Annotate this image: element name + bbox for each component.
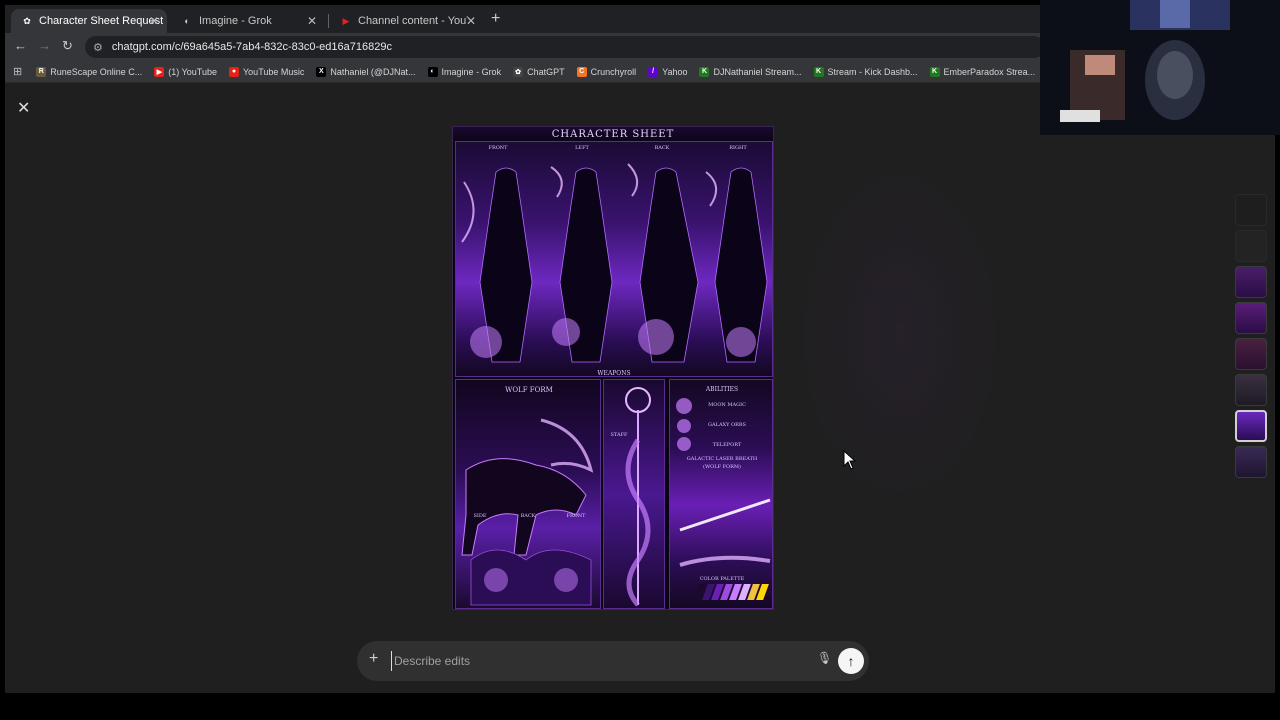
wolf-view-label: FRONT bbox=[566, 513, 586, 519]
bookmark-label: RuneScape Online C... bbox=[50, 66, 143, 77]
staff-illustration bbox=[625, 387, 651, 607]
site-settings-icon[interactable]: ⚙ bbox=[93, 41, 103, 54]
kick-icon: K bbox=[813, 66, 824, 77]
bookmark-label: Yahoo bbox=[662, 66, 688, 77]
tab-character-sheet[interactable]: ✿ Character Sheet Request ✕ bbox=[11, 9, 167, 33]
chatgpt-icon: ✿ bbox=[513, 66, 524, 77]
bookmark-item[interactable]: / Yahoo bbox=[648, 66, 688, 77]
color-palette bbox=[693, 584, 769, 600]
bookmark-item[interactable]: ▶ (1) YouTube bbox=[154, 66, 217, 77]
close-icon[interactable]: ✕ bbox=[149, 14, 159, 28]
bookmark-label: DJNathaniel Stream... bbox=[713, 66, 802, 77]
chatgpt-icon: ✿ bbox=[23, 15, 31, 26]
youtube-icon: ▶ bbox=[154, 66, 165, 77]
address-bar[interactable]: ⚙ chatgpt.com/c/69a645a5-7ab4-832c-83c0-… bbox=[85, 36, 1045, 58]
character-sheet-image: CHARACTER SHEET FRONT LEFT BACK RIGHT WE… bbox=[452, 126, 774, 610]
tab-divider bbox=[328, 14, 329, 28]
bookmark-item[interactable]: ◐ Imagine - Grok bbox=[427, 66, 502, 77]
bookmark-label: YouTube Music bbox=[243, 66, 305, 77]
close-icon[interactable]: ✕ bbox=[466, 14, 476, 28]
tab-youtube-studio[interactable]: ▶ Channel content - YouTube Stu ✕ bbox=[330, 9, 484, 33]
image-thumbnail[interactable] bbox=[1235, 374, 1267, 406]
bookmark-label: (1) YouTube bbox=[168, 66, 217, 77]
wolf-view-label: SIDE bbox=[473, 513, 487, 519]
image-thumbnail[interactable] bbox=[1235, 302, 1267, 334]
background-blur bbox=[785, 144, 1015, 524]
tab-title: Imagine - Grok bbox=[199, 15, 272, 27]
image-thumbnail[interactable] bbox=[1235, 230, 1267, 262]
abilities-panel: ABILITIES MOON MAGIC GALAXY ORBS TELEPOR… bbox=[669, 379, 773, 609]
send-button[interactable]: ↑ bbox=[838, 648, 864, 674]
image-thumbnail[interactable] bbox=[1235, 410, 1267, 442]
url-text: chatgpt.com/c/69a645a5-7ab4-832c-83c0-ed… bbox=[111, 41, 392, 53]
staff-panel: STAFF bbox=[603, 379, 665, 609]
describe-edits-input[interactable] bbox=[391, 651, 811, 671]
bookmark-label: Imagine - Grok bbox=[441, 66, 502, 77]
apps-grid-icon[interactable]: ⊞ bbox=[13, 65, 22, 78]
tab-imagine-grok[interactable]: ◐ Imagine - Grok ✕ bbox=[171, 9, 325, 33]
poster-title: CHARACTER SHEET bbox=[551, 129, 675, 140]
back-arrow-icon[interactable]: ← bbox=[14, 38, 27, 53]
image-thumbnail[interactable] bbox=[1235, 194, 1267, 226]
bookmark-item[interactable]: X Nathaniel (@DJNat... bbox=[316, 66, 416, 77]
edit-composer: + 🎙 ↑ bbox=[357, 641, 869, 681]
microphone-icon[interactable]: 🎙 bbox=[817, 651, 832, 665]
wolf-view-label: BACK bbox=[520, 513, 536, 519]
kick-icon: K bbox=[929, 66, 940, 77]
yahoo-icon: / bbox=[648, 66, 659, 77]
image-thumbnail[interactable] bbox=[1235, 446, 1267, 478]
reload-icon[interactable]: ↻ bbox=[62, 38, 73, 54]
wolf-illustration bbox=[461, 418, 594, 606]
character-figures bbox=[461, 163, 768, 363]
bookmark-label: Crunchyroll bbox=[590, 66, 637, 77]
bookmark-item[interactable]: ● YouTube Music bbox=[229, 66, 305, 77]
bookmark-label: EmberParadox Strea... bbox=[943, 66, 1036, 77]
forward-arrow-icon[interactable]: → bbox=[38, 38, 51, 53]
youtube-music-icon: ● bbox=[229, 66, 239, 77]
turnaround-panel: FRONT LEFT BACK RIGHT bbox=[455, 141, 773, 377]
bookmark-item[interactable]: K Stream - Kick Dashb... bbox=[813, 66, 918, 77]
image-thumbnail[interactable] bbox=[1235, 266, 1267, 298]
tab-title: Character Sheet Request bbox=[39, 15, 164, 27]
bookmark-item[interactable]: K EmberParadox Strea... bbox=[929, 66, 1036, 77]
close-icon[interactable]: ✕ bbox=[17, 98, 30, 118]
bookmark-item[interactable]: R RuneScape Online C... bbox=[36, 66, 143, 77]
grok-icon: ◐ bbox=[184, 16, 190, 26]
image-thumbnail[interactable] bbox=[1235, 338, 1267, 370]
new-tab-icon[interactable]: + bbox=[491, 10, 500, 28]
grok-icon: ◐ bbox=[427, 66, 438, 77]
wolf-form-panel: WOLF FORM SIDE BACK FRONT bbox=[455, 379, 601, 609]
bookmark-item[interactable]: ✿ ChatGPT bbox=[513, 66, 565, 77]
bookmark-label: Stream - Kick Dashb... bbox=[827, 66, 918, 77]
bookmark-label: ChatGPT bbox=[527, 66, 565, 77]
palette-label: COLOR PALETTE bbox=[699, 576, 745, 582]
webcam-overlay bbox=[1040, 0, 1280, 135]
mouse-cursor-icon bbox=[843, 450, 857, 470]
tab-title: Channel content - YouTube Stu bbox=[358, 15, 468, 27]
abilities-illustration bbox=[676, 398, 771, 567]
crunchyroll-icon: C bbox=[576, 66, 587, 77]
webcam-feed bbox=[1040, 0, 1280, 135]
youtube-studio-icon: ▶ bbox=[342, 15, 350, 26]
runescape-icon: R bbox=[36, 66, 47, 77]
plus-icon[interactable]: + bbox=[369, 650, 378, 668]
bookmark-label: Nathaniel (@DJNat... bbox=[330, 66, 416, 77]
bookmark-item[interactable]: K DJNathaniel Stream... bbox=[699, 66, 802, 77]
bookmark-item[interactable]: C Crunchyroll bbox=[576, 66, 637, 77]
kick-icon: K bbox=[699, 66, 710, 77]
weapons-label: WEAPONS bbox=[597, 370, 631, 377]
x-icon: X bbox=[316, 66, 327, 77]
close-icon[interactable]: ✕ bbox=[307, 14, 317, 28]
image-viewer: ✕ CHARACTER SHEET FRONT LEFT BACK RIGHT bbox=[5, 84, 1275, 693]
